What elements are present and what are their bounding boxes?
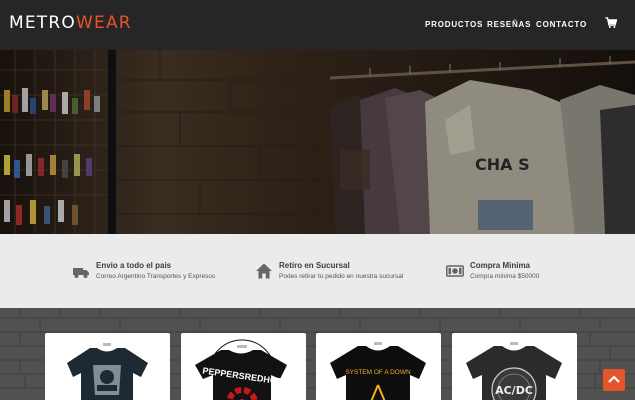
money-icon [446, 265, 464, 277]
feature-title: Envio a todo el pais [96, 261, 172, 270]
tshirt-image: PEPPERSREDHOT [195, 339, 287, 400]
feature-desc: Correo Argentino Transportes y Expresos [96, 273, 216, 280]
product-card-red-hot-chili-peppers[interactable]: PEPPERSREDHOT [181, 333, 306, 400]
brand-logo[interactable]: METROWEAR [9, 13, 132, 33]
shopping-cart-icon[interactable] [605, 17, 617, 29]
hero-banner: CHA S [0, 50, 635, 234]
truck-icon [73, 268, 89, 278]
features-bar: Envio a todo el pais Correo Argentino Tr… [0, 234, 635, 308]
navbar: METROWEAR PRODUCTOS RESEÑAS CONTACTO [0, 0, 635, 50]
home-icon [256, 263, 272, 279]
product-card-system-of-a-down[interactable]: SYSTEM OF A DOWN [316, 333, 441, 400]
tshirt-image: AC/DC [466, 342, 562, 400]
brand-main: METRO [9, 13, 76, 33]
scroll-top-button[interactable] [603, 369, 625, 391]
products-section: PEPPERSREDHOT SYSTEM OF A DOWN AC/DC [0, 308, 635, 400]
nav-contacto[interactable]: CONTACTO [536, 20, 587, 29]
feature-desc: Compra minima $50000 [470, 273, 540, 280]
nav-productos[interactable]: PRODUCTOS [425, 20, 483, 29]
tshirt-print-text: AC/DC [495, 384, 533, 397]
tshirt-image [67, 343, 148, 400]
feature-desc: Podes retirar tu pedido en nuestra sucur… [279, 273, 404, 280]
feature-title: Retiro en Sucursal [279, 261, 350, 270]
nav-resenas[interactable]: RESEÑAS [487, 20, 531, 29]
hero-store-image: CHA S [0, 50, 635, 234]
tshirt-print-text: SYSTEM OF A DOWN [345, 369, 411, 376]
feature-title: Compra Minima [470, 261, 531, 270]
tshirt-image: SYSTEM OF A DOWN [330, 342, 426, 400]
product-card-guns-n-roses[interactable] [45, 333, 170, 400]
chevron-up-icon [608, 375, 620, 383]
product-card-acdc[interactable]: AC/DC [452, 333, 577, 400]
brand-accent: WEAR [76, 13, 132, 33]
